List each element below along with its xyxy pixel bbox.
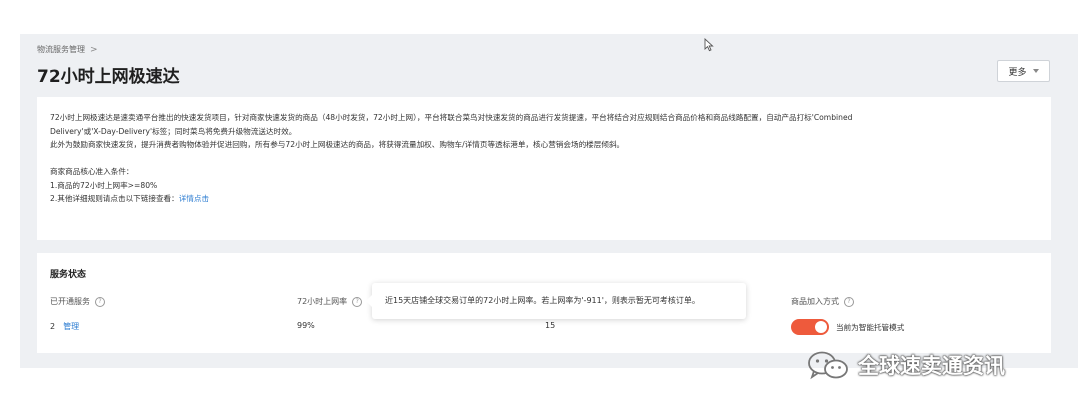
intro-card: 72小时上网极速达是速卖通平台推出的快速发货项目，针对商家快速发货的商品（48小… (37, 97, 1051, 240)
join-method-header: 商品加入方式 ? (791, 296, 854, 307)
manage-link[interactable]: 管理 (63, 322, 79, 331)
breadcrumb-item[interactable]: 物流服务管理 (37, 44, 85, 55)
breadcrumb-separator: > (90, 44, 98, 55)
rate-value: 99% (297, 321, 315, 330)
criteria-title: 商家商品核心准入条件： (50, 167, 134, 176)
help-icon[interactable]: ? (95, 296, 105, 307)
smart-hosting-toggle[interactable] (791, 319, 829, 335)
mouse-cursor-icon (704, 38, 714, 52)
chevron-down-icon (1032, 69, 1039, 73)
criteria-item: 2.其他详细规则请点击以下链接查看：详情点击 (50, 192, 1038, 206)
wechat-icon (808, 351, 848, 380)
watermark: 全球速卖通资讯 (806, 350, 1005, 380)
order-count-value: 15 (545, 321, 556, 330)
opened-services-count: 2 (50, 322, 56, 331)
service-status-title: 服务状态 (50, 270, 87, 280)
intro-line: 72小时上网极速达是速卖通平台推出的快速发货项目，针对商家快速发货的商品（48小… (50, 113, 853, 122)
rate-label: 72小时上网率 (297, 297, 348, 306)
toggle-label: 当前为智能托管模式 (836, 323, 905, 332)
more-button-label: 更多 (1008, 67, 1027, 78)
opened-services-header: 已开通服务 ? (50, 296, 105, 307)
toggle-knob (815, 321, 827, 333)
help-icon[interactable]: ? (844, 296, 854, 307)
page-title: 72小时上网极速达 (37, 67, 180, 87)
details-link[interactable]: 详情点击 (179, 194, 209, 203)
criteria-item-text: 2.其他详细规则请点击以下链接查看： (50, 194, 179, 203)
join-method-label: 商品加入方式 (791, 297, 839, 306)
intro-line: 此外为鼓励商家快速发货，提升消费者购物体验并促进回购，所有参与72小时上网极速达… (50, 140, 625, 149)
rate-header: 72小时上网率 ? (297, 296, 363, 307)
intro-line: Delivery'或'X-Day-Delivery'标签；同时菜鸟将免费升级物流… (50, 126, 297, 136)
opened-services-label: 已开通服务 (50, 297, 90, 306)
opened-services-value: 2 管理 (50, 321, 79, 332)
criteria-item: 1.商品的72小时上网率>=80% (50, 180, 158, 190)
watermark-text: 全球速卖通资讯 (858, 354, 1005, 378)
rate-tooltip: 近15天店铺全球交易订单的72小时上网率。若上网率为'-911'，则表示暂无可考… (366, 283, 746, 319)
help-icon[interactable]: ? (352, 296, 363, 307)
breadcrumb: 物流服务管理 > (37, 44, 98, 55)
more-button[interactable]: 更多 (997, 60, 1050, 82)
